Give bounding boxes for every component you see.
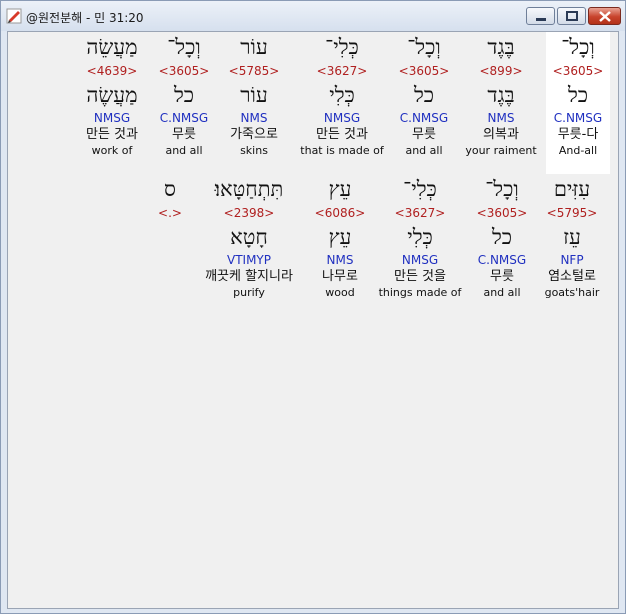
parsing: C.NMSG <box>159 111 209 125</box>
strong-number: <3605> <box>158 64 210 78</box>
minimize-icon <box>536 18 546 21</box>
lemma: כל <box>567 83 589 107</box>
strong-number: <5795> <box>546 206 598 220</box>
strong-number: <6086> <box>314 206 366 220</box>
app-icon <box>6 8 22 24</box>
hebrew-word: תִּתְחַטָּאוּ׃ <box>214 177 284 201</box>
hebrew-word: וְכָל־ <box>561 35 595 59</box>
strong-number: <3605> <box>398 64 450 78</box>
interlinear-panel: וְכָל־ <3605> כל C.NMSG 무릇-다 And-all בֶּ… <box>7 31 619 609</box>
word-6[interactable]: וְכָל־ <3605> כל C.NMSG 무릇 and all <box>159 32 210 158</box>
hebrew-word: עוֹר <box>240 35 268 59</box>
parsing: NMSG <box>401 253 439 267</box>
lemma: כְּלִי <box>329 83 355 107</box>
hebrew-word: בֶּגֶד <box>487 35 515 59</box>
parsing: C.NMSG <box>477 253 527 267</box>
word-5[interactable]: עוֹר <5785> עוֹר NMS 가죽으로 skins <box>229 32 280 158</box>
close-icon <box>599 11 611 22</box>
strong-number: <3627> <box>316 64 368 78</box>
parsing: NMSG <box>93 111 131 125</box>
hebrew-word: כְּלִי־ <box>325 35 359 59</box>
korean-gloss: 만든 것과 <box>316 127 368 142</box>
minimize-button[interactable] <box>526 7 555 25</box>
close-button[interactable] <box>588 7 621 25</box>
title-bar[interactable]: @원전분해 - 민 31:20 <box>1 1 625 31</box>
parsing: C.NMSG <box>553 111 603 125</box>
word-1[interactable]: וְכָל־ <3605> כל C.NMSG 무릇-다 And-all <box>546 32 610 174</box>
lemma: מַעֲשֶׂה <box>86 83 138 107</box>
parsing: NMS <box>240 111 268 125</box>
word-9[interactable]: וְכָל־ <3605> כל C.NMSG 무릇 and all <box>477 174 528 300</box>
parsing: C.NMSG <box>399 111 449 125</box>
parsing: NMSG <box>323 111 361 125</box>
korean-gloss: 만든 것을 <box>394 269 446 284</box>
maximize-icon <box>566 11 578 21</box>
strong-number: <3605> <box>552 64 604 78</box>
parsing: NFP <box>560 253 584 267</box>
hebrew-word: עִזִּים <box>553 177 591 201</box>
english-gloss: and all <box>483 286 521 299</box>
hebrew-word: מַעֲשֵׂה <box>86 35 138 59</box>
korean-gloss: 염소털로 <box>548 269 596 284</box>
korean-gloss: 나무로 <box>322 269 358 284</box>
english-gloss: your raiment <box>465 144 537 157</box>
hebrew-word: וְכָל־ <box>167 35 201 59</box>
lemma: חָטָא <box>230 225 268 249</box>
korean-gloss: 의복과 <box>483 127 519 142</box>
word-10[interactable]: כְּלִי־ <3627> כְּלִי NMSG 만든 것을 things … <box>379 174 462 300</box>
korean-gloss: 무릇 <box>490 269 514 284</box>
strong-number: <3605> <box>476 206 528 220</box>
lemma: כל <box>413 83 435 107</box>
word-3[interactable]: וְכָל־ <3605> כל C.NMSG 무릇 and all <box>399 32 450 158</box>
strong-number: <4639> <box>86 64 138 78</box>
lemma: עֵץ <box>328 225 352 249</box>
lemma: עֵז <box>563 225 581 249</box>
parsing: VTIMYP <box>226 253 271 267</box>
word-7[interactable]: מַעֲשֵׂה <4639> מַעֲשֶׂה NMSG 만든 것과 work… <box>86 32 138 158</box>
parsing: NMS <box>326 253 354 267</box>
parsing: NMS <box>487 111 515 125</box>
korean-gloss: 깨끗케 할지니라 <box>205 269 293 284</box>
hebrew-word: וְכָל־ <box>407 35 441 59</box>
lemma: בֶּגֶד <box>487 83 515 107</box>
hebrew-word: ס <box>164 177 176 201</box>
english-gloss: skins <box>240 144 268 157</box>
strong-number: <899> <box>479 64 523 78</box>
lemma: כל <box>491 225 513 249</box>
lemma: כל <box>173 83 195 107</box>
word-4[interactable]: כְּלִי־ <3627> כְּלִי NMSG 만든 것과 that is… <box>300 32 383 158</box>
strong-number: <2398> <box>223 206 275 220</box>
english-gloss: purify <box>233 286 265 299</box>
english-gloss: wood <box>325 286 355 299</box>
hebrew-word: עֵץ <box>328 177 352 201</box>
english-gloss: things made of <box>378 286 462 299</box>
strong-number: <.> <box>158 206 182 220</box>
english-gloss: and all <box>165 144 203 157</box>
hebrew-word: כְּלִי־ <box>403 177 437 201</box>
lemma: עוֹר <box>240 83 268 107</box>
english-gloss: and all <box>405 144 443 157</box>
korean-gloss: 무릇 <box>172 127 196 142</box>
korean-gloss: 무릇-다 <box>557 127 599 142</box>
window-title: @원전분해 - 민 31:20 <box>26 11 144 25</box>
word-8[interactable]: עִזִּים <5795> עֵז NFP 염소털로 goats'hair <box>545 174 600 300</box>
word-2[interactable]: בֶּגֶד <899> בֶּגֶד NMS 의복과 your raiment <box>465 32 536 158</box>
word-12[interactable]: תִּתְחַטָּאוּ׃ <2398> חָטָא VTIMYP 깨끗케 할… <box>205 174 293 300</box>
english-gloss: And-all <box>558 144 598 157</box>
hebrew-word: וְכָל־ <box>485 177 519 201</box>
word-11[interactable]: עֵץ <6086> עֵץ NMS 나무로 wood <box>315 174 366 300</box>
english-gloss: that is made of <box>300 144 384 157</box>
strong-number: <3627> <box>394 206 446 220</box>
word-13[interactable]: ס <.> <box>158 174 182 222</box>
korean-gloss: 가죽으로 <box>230 127 278 142</box>
korean-gloss: 만든 것과 <box>86 127 138 142</box>
maximize-button[interactable] <box>557 7 586 25</box>
english-gloss: work of <box>91 144 133 157</box>
english-gloss: goats'hair <box>544 286 600 299</box>
lemma: כְּלִי <box>407 225 433 249</box>
main-window: @원전분해 - 민 31:20 וְכָל־ <3605> כל C.NMSG … <box>0 0 626 614</box>
strong-number: <5785> <box>228 64 280 78</box>
korean-gloss: 무릇 <box>412 127 436 142</box>
